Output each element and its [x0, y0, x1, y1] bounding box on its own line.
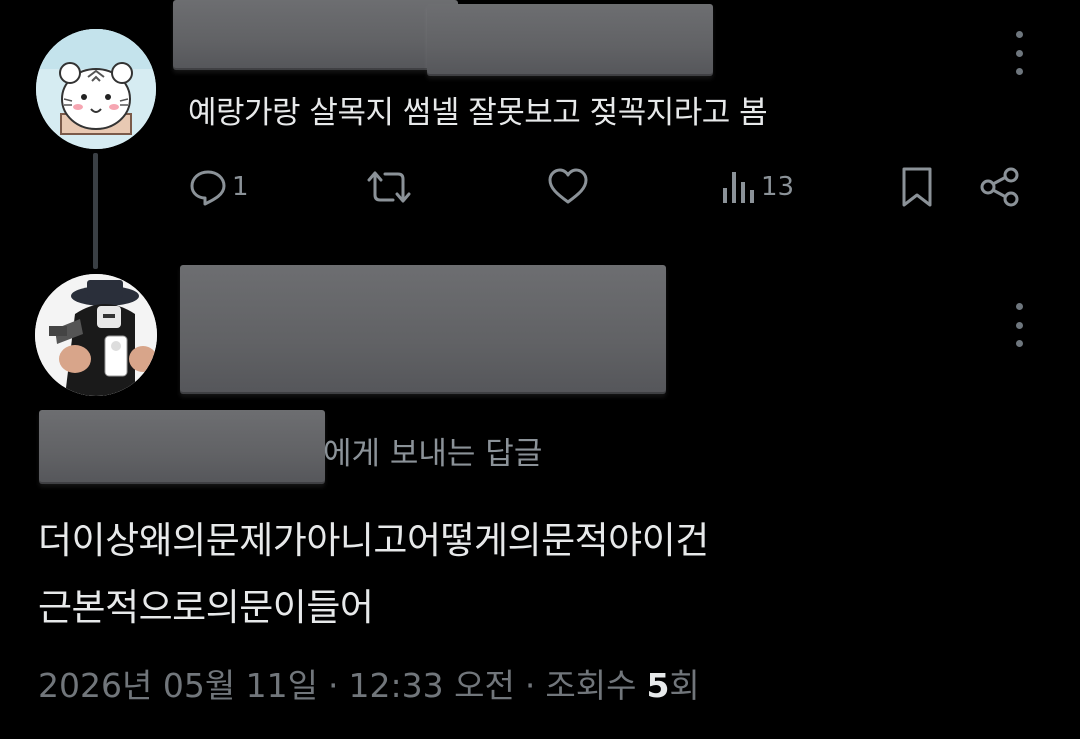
character-avatar-image — [35, 274, 157, 396]
bar-chart-icon — [723, 172, 754, 203]
views-button[interactable]: 13 — [719, 168, 794, 206]
heart-icon — [548, 168, 588, 204]
redacted-username — [427, 4, 713, 76]
reply-count: 1 — [232, 172, 249, 202]
reply-button[interactable]: 1 — [188, 167, 249, 207]
views-label: 조회수 — [545, 666, 637, 705]
repost-arrows-icon — [367, 171, 411, 203]
reply-body-line-2: 근본적으로의문이들어 — [38, 586, 374, 629]
post-views-count: 5 — [646, 666, 670, 705]
bookmark-icon — [902, 167, 932, 207]
reply-more-menu[interactable] — [1009, 303, 1029, 347]
post-metadata: 2026년 05월 11일 · 12:33 오전 · 조회수 5 회 — [38, 659, 700, 707]
parent-avatar[interactable] — [36, 29, 156, 149]
redacted-reply-user — [180, 265, 666, 394]
meta-separator: · — [328, 666, 339, 705]
bookmark-button[interactable] — [899, 166, 935, 208]
repost-button[interactable] — [365, 167, 417, 207]
like-button[interactable] — [547, 167, 593, 207]
meta-separator: · — [524, 666, 536, 705]
reply-body-line-1: 더이상왜의문제가아니고어떻게의문적야이건 — [38, 519, 709, 562]
more-dot — [1015, 49, 1023, 57]
speech-bubble-icon — [190, 170, 226, 206]
post-time[interactable]: 12:33 오전 — [349, 659, 515, 707]
more-dot — [1015, 31, 1023, 38]
views-count: 13 — [761, 172, 795, 202]
more-dot — [1015, 321, 1023, 329]
thread-connector-line — [93, 153, 98, 269]
reply-avatar[interactable] — [35, 274, 157, 396]
share-nodes-icon — [980, 167, 1019, 207]
tiger-avatar-image — [36, 29, 156, 149]
parent-more-menu[interactable] — [1009, 31, 1029, 75]
redacted-display-name — [173, 0, 458, 70]
reply-to-label: 에게 보내는 답글 — [323, 436, 543, 472]
parent-post-text: 예랑가랑 살목지 썸넬 잘못보고 젖꼭지라고 봄 — [188, 95, 768, 131]
post-date[interactable]: 2026년 05월 11일 — [38, 659, 318, 707]
share-button[interactable] — [978, 166, 1022, 208]
views-unit: 회 — [669, 666, 700, 705]
more-dot — [1015, 340, 1023, 347]
more-dot — [1015, 303, 1023, 310]
more-dot — [1015, 68, 1023, 75]
redacted-reply-target — [39, 410, 325, 484]
